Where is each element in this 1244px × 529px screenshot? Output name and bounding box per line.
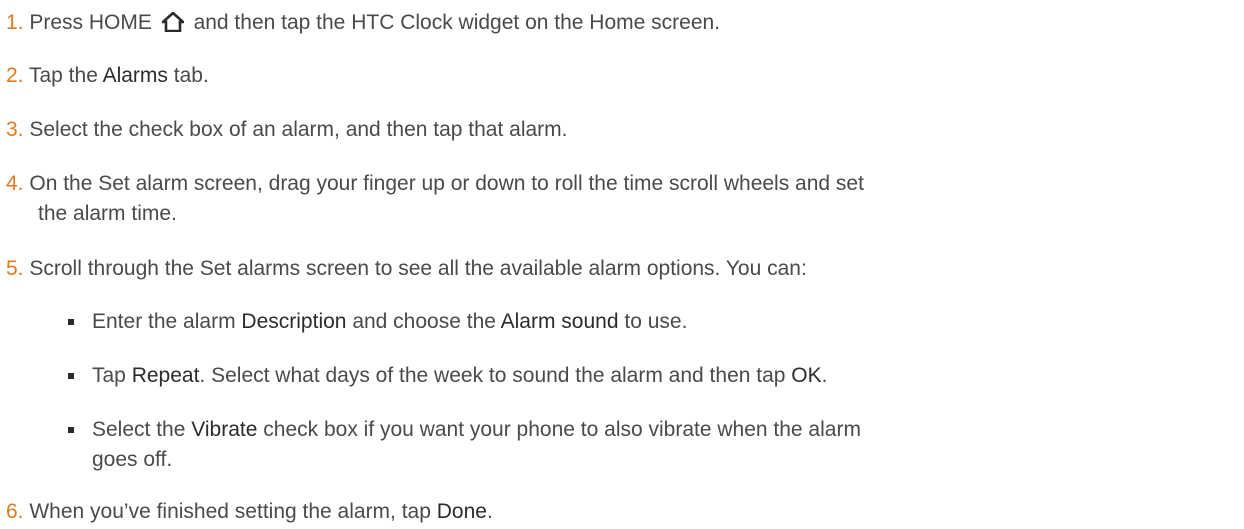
ui-term: Alarms bbox=[102, 64, 168, 87]
bullet-text: to use. bbox=[624, 310, 688, 333]
ui-term: Repeat bbox=[131, 364, 200, 387]
option-bullet-1: Enter the alarm Description and choose t… bbox=[68, 307, 1228, 337]
option-bullet-3: Select the Vibrate check box if you want… bbox=[68, 415, 1228, 445]
bullet-marker bbox=[68, 319, 74, 325]
ui-term: Alarm sound bbox=[500, 310, 619, 333]
step-number: 3. bbox=[6, 118, 24, 141]
bullet-text: Tap bbox=[92, 364, 126, 387]
bullet-text: goes off. bbox=[92, 448, 173, 471]
step-text: Scroll through the Set alarms screen to … bbox=[29, 257, 807, 280]
bullet-text: . bbox=[821, 364, 828, 387]
ui-term: Done bbox=[436, 500, 487, 523]
step-1: 1. Press HOME and then tap the HTC Clock… bbox=[6, 8, 1236, 41]
step-5: 5. Scroll through the Set alarms screen … bbox=[6, 254, 1236, 284]
step-number: 2. bbox=[6, 64, 24, 87]
bullet-marker bbox=[68, 427, 74, 433]
step-text: the alarm time. bbox=[38, 202, 177, 225]
step-4-continued: the alarm time. bbox=[6, 199, 1238, 229]
bullet-marker bbox=[68, 373, 74, 379]
bullet-text: . Select what days of the week to sound … bbox=[199, 364, 786, 387]
ui-term: OK bbox=[791, 364, 822, 387]
bullet-text: check box if you want your phone to also… bbox=[263, 418, 861, 441]
ui-term: Vibrate bbox=[191, 418, 258, 441]
step-text: Tap the bbox=[28, 64, 98, 87]
step-4: 4. On the Set alarm screen, drag your fi… bbox=[6, 169, 1236, 199]
step-2: 2. Tap the Alarms tab. bbox=[6, 61, 1236, 91]
option-bullet-3-continued: goes off. bbox=[68, 445, 1228, 475]
step-text: . bbox=[486, 500, 493, 523]
step-number: 4. bbox=[6, 172, 24, 195]
step-text: On the Set alarm screen, drag your finge… bbox=[29, 172, 864, 195]
step-number: 6. bbox=[6, 500, 24, 523]
home-icon bbox=[159, 11, 187, 41]
bullet-text: Enter the alarm bbox=[92, 310, 236, 333]
step-number: 1. bbox=[6, 11, 24, 34]
step-6: 6. When you’ve finished setting the alar… bbox=[6, 497, 1236, 527]
option-bullet-2: Tap Repeat. Select what days of the week… bbox=[68, 361, 1228, 391]
step-text: Select the check box of an alarm, and th… bbox=[29, 118, 568, 141]
step-number: 5. bbox=[6, 257, 24, 280]
step-text: Press HOME bbox=[29, 11, 152, 34]
step-text: When you’ve finished setting the alarm, … bbox=[29, 500, 431, 523]
step-text: tab. bbox=[173, 64, 209, 87]
bullet-text: Select the bbox=[92, 418, 186, 441]
step-3: 3. Select the check box of an alarm, and… bbox=[6, 115, 1236, 145]
step-text: and then tap the HTC Clock widget on the… bbox=[193, 11, 721, 34]
bullet-text: and choose the bbox=[352, 310, 496, 333]
ui-term: Description bbox=[241, 310, 347, 333]
